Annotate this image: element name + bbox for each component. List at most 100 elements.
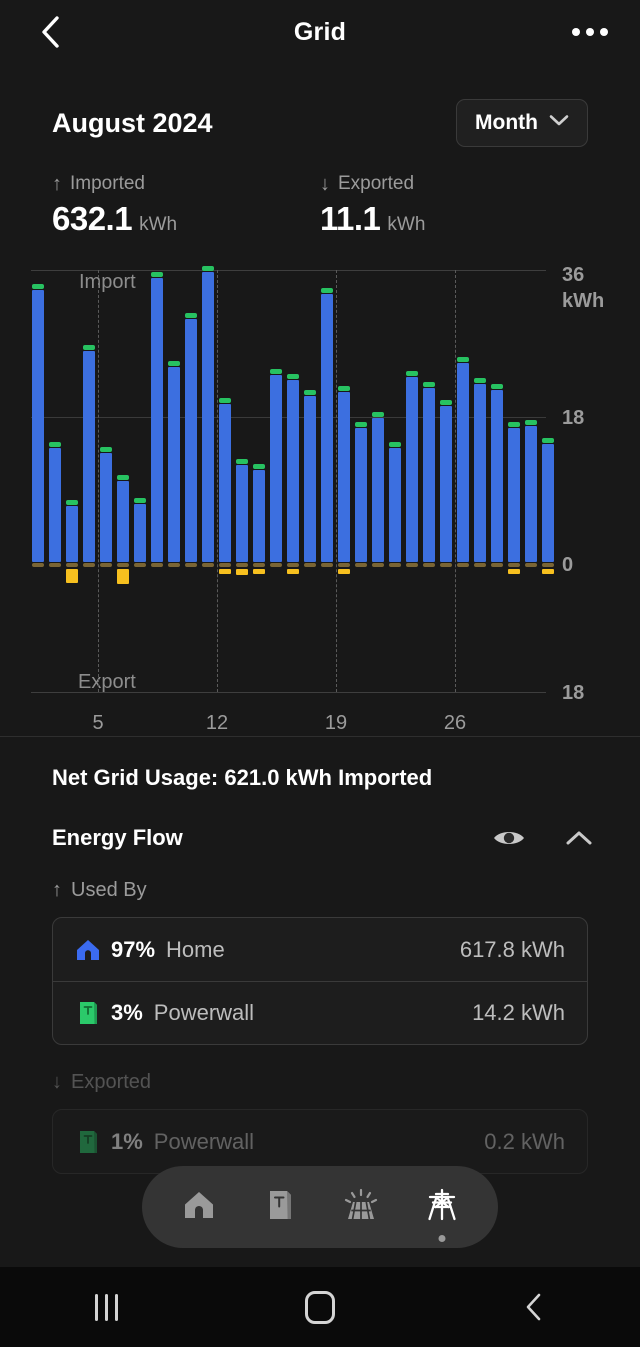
chart-bar-day-24[interactable] — [423, 260, 435, 730]
import-bar-cap — [219, 397, 231, 403]
tab-powerwall[interactable] — [251, 1178, 309, 1236]
export-baseline-stub — [542, 563, 554, 567]
chart-bar-day-3[interactable] — [66, 260, 78, 730]
stat-imported-value: 632.1 kWh — [52, 200, 320, 238]
chart-bar-day-20[interactable] — [355, 260, 367, 730]
exported-label-text: Exported — [71, 1071, 152, 1093]
chart-bar-day-18[interactable] — [321, 260, 333, 730]
chart-bar-day-28[interactable] — [491, 260, 503, 730]
import-bar-cap — [270, 369, 282, 375]
chart-x-axis-labels: 5 12 19 26 — [31, 712, 546, 742]
import-bar-cap — [236, 458, 248, 464]
export-bar — [338, 569, 350, 574]
chart-bar-day-22[interactable] — [389, 260, 401, 730]
chevron-up-icon[interactable] — [562, 823, 596, 853]
page-title: Grid — [293, 17, 347, 46]
import-bar-cap — [389, 442, 401, 448]
bottom-tabbar — [142, 1166, 498, 1248]
chart-bar-day-19[interactable] — [338, 260, 350, 730]
chart-bar-day-2[interactable] — [49, 260, 61, 730]
chart-bar-day-16[interactable] — [287, 260, 299, 730]
chevron-left-icon — [39, 15, 61, 49]
chart-bar-day-27[interactable] — [474, 260, 486, 730]
energy-flow-actions — [492, 823, 596, 853]
import-bar — [117, 480, 129, 562]
y-axis-label-0: 0 — [562, 554, 574, 576]
chart-vertical-gridline — [98, 270, 99, 692]
back-button[interactable] — [30, 12, 70, 52]
import-bar — [253, 470, 265, 562]
summary-section: August 2024 Month ↑ Imported 632.1 kWh ↓ — [0, 64, 640, 238]
y-axis-label-18: 18 — [562, 407, 585, 429]
chart-bar-day-6[interactable] — [117, 260, 129, 730]
import-bar — [440, 406, 452, 562]
export-baseline-stub — [525, 563, 537, 567]
chart-bar-day-1[interactable] — [32, 260, 44, 730]
flow-row-powerwall[interactable]: 3% Powerwall 14.2 kWh — [53, 981, 587, 1044]
export-baseline-stub — [406, 563, 418, 567]
period-label: August 2024 — [52, 107, 213, 138]
chart-bar-day-11[interactable] — [202, 260, 214, 730]
chart-bar-day-15[interactable] — [270, 260, 282, 730]
stat-imported-unit: kWh — [139, 214, 178, 235]
chart-bar-day-26[interactable] — [457, 260, 469, 730]
flow-row-home[interactable]: 97% Home 617.8 kWh — [53, 918, 587, 981]
chart-bar-day-21[interactable] — [372, 260, 384, 730]
chart-bar-day-4[interactable] — [83, 260, 95, 730]
export-baseline-stub — [423, 563, 435, 567]
chart-bar-day-17[interactable] — [304, 260, 316, 730]
chart-bar-day-10[interactable] — [185, 260, 197, 730]
import-bar — [508, 428, 520, 562]
chart-bar-day-29[interactable] — [508, 260, 520, 730]
chart-bar-day-13[interactable] — [236, 260, 248, 730]
overflow-menu-icon[interactable] — [568, 20, 612, 44]
home-icon — [75, 938, 105, 962]
chart-bar-day-12[interactable] — [219, 260, 231, 730]
export-baseline-stub — [168, 563, 180, 567]
chart-bar-day-25[interactable] — [440, 260, 452, 730]
tab-home[interactable] — [170, 1178, 228, 1236]
eye-icon[interactable] — [492, 823, 526, 853]
export-bar — [542, 569, 554, 574]
flow-row-export-powerwall[interactable]: 1% Powerwall 0.2 kWh — [53, 1110, 587, 1173]
recent-apps-icon[interactable] — [62, 1277, 152, 1337]
chart-bar-day-5[interactable] — [100, 260, 112, 730]
import-bar — [151, 278, 163, 562]
chart-bar-day-30[interactable] — [525, 260, 537, 730]
flow-home-name: Home — [166, 936, 225, 962]
export-baseline-stub — [440, 563, 452, 567]
chart-x-tick: 5 — [92, 712, 104, 734]
back-chevron-icon[interactable] — [488, 1277, 578, 1337]
import-bar-cap — [491, 384, 503, 390]
export-bar — [236, 569, 248, 575]
export-baseline-stub — [219, 563, 231, 567]
energy-chart[interactable]: Import Export 36 kWh 18 0 18 5 12 19 26 — [0, 260, 640, 734]
chart-vertical-gridline — [336, 270, 337, 692]
chart-bar-day-9[interactable] — [168, 260, 180, 730]
chart-bar-day-7[interactable] — [134, 260, 146, 730]
chevron-down-icon — [549, 114, 569, 132]
chart-plot-area: Import Export — [31, 260, 554, 730]
import-bar — [236, 464, 248, 562]
export-baseline-stub — [117, 563, 129, 567]
stat-exported-value: 11.1 kWh — [320, 200, 588, 238]
export-baseline-stub — [32, 563, 44, 567]
home-circle-icon[interactable] — [275, 1277, 365, 1337]
flow-home-percent: 97% — [111, 936, 156, 962]
chart-bar-day-8[interactable] — [151, 260, 163, 730]
import-bar-cap — [457, 357, 469, 363]
import-bar-cap — [406, 371, 418, 377]
tab-solar[interactable] — [332, 1178, 390, 1236]
energy-flow-title: Energy Flow — [52, 825, 183, 850]
chart-bar-day-14[interactable] — [253, 260, 265, 730]
export-baseline-stub — [202, 563, 214, 567]
range-selector[interactable]: Month — [456, 99, 588, 147]
import-bar — [304, 395, 316, 562]
chart-bar-day-23[interactable] — [406, 260, 418, 730]
chart-bar-day-31[interactable] — [542, 260, 554, 730]
tab-grid[interactable] — [413, 1178, 471, 1242]
import-bar-cap — [185, 312, 197, 318]
import-bar-cap — [474, 377, 486, 383]
export-bar — [117, 569, 129, 585]
export-baseline-stub — [474, 563, 486, 567]
